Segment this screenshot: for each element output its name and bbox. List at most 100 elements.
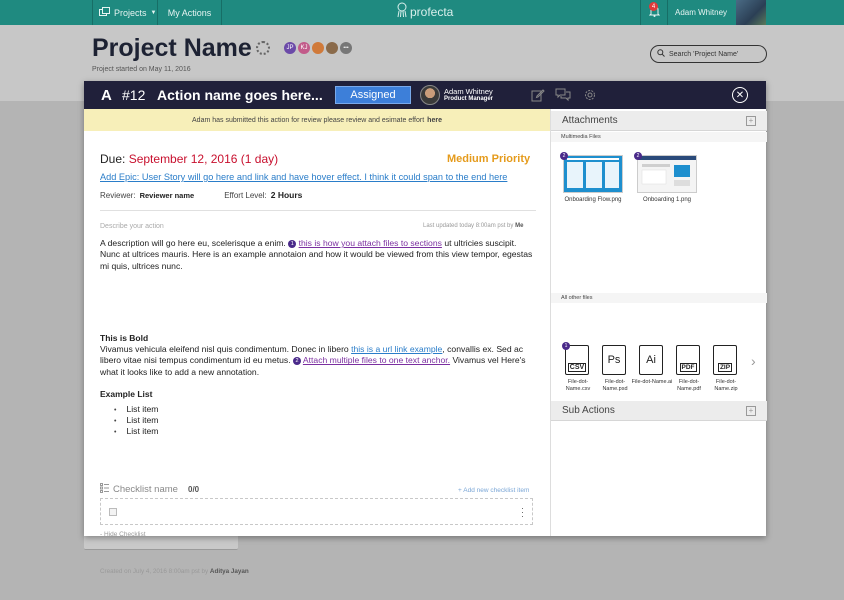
next-files-chevron-icon[interactable]: › <box>751 353 756 369</box>
notification-count-badge: 4 <box>649 2 658 11</box>
pdf-file-icon: PDF <box>676 345 700 375</box>
projects-label: Projects <box>114 7 147 18</box>
assignee-avatar[interactable] <box>420 85 440 105</box>
member-avatar[interactable]: JP <box>284 42 296 54</box>
photoshop-file-icon: Ps <box>602 345 626 375</box>
file-type: CSV <box>567 363 587 372</box>
illustrator-file-icon: Ai <box>639 345 663 375</box>
action-number: #12 <box>122 87 146 103</box>
checklist-header: Checklist name <box>100 483 178 496</box>
settings-gear-icon[interactable] <box>582 87 598 103</box>
thumbnail-caption: Onboarding Flow.png <box>564 197 622 203</box>
attachments-panel: Attachments + Multimedia Files 2 Onboard… <box>550 109 767 536</box>
due-value[interactable]: September 12, 2016 (1 day) <box>129 152 278 166</box>
attachments-title: Attachments <box>562 115 618 126</box>
example-list-heading: Example List <box>100 389 153 399</box>
checklist-name[interactable]: Checklist name <box>113 484 178 495</box>
top-nav: Projects ▼ My Actions profecta 4 Adam Wh… <box>0 0 844 25</box>
comments-icon[interactable] <box>555 87 571 103</box>
file-name: File-dot-Name.ai <box>631 379 673 385</box>
created-info: Created on July 4, 2016 8:00am pst by Ad… <box>100 568 249 575</box>
project-started-date: Project started on May 11, 2016 <box>92 66 191 73</box>
notice-link[interactable]: here <box>427 117 442 124</box>
effort-value[interactable]: 2 Hours <box>271 190 303 200</box>
file-attachment[interactable]: ZIP File-dot-Name.zip <box>713 345 739 392</box>
attachment-thumbnail[interactable]: 2 <box>634 152 697 193</box>
checklist-checkbox[interactable] <box>109 508 117 516</box>
user-name[interactable]: Adam Whitney <box>675 0 727 25</box>
project-members: JP KJ ••• <box>284 42 352 54</box>
close-icon[interactable]: ✕ <box>732 87 748 103</box>
projects-icon <box>99 7 110 18</box>
attachment-thumbnail[interactable]: 2 <box>560 152 623 193</box>
more-members-button[interactable]: ••• <box>340 42 352 54</box>
attachments-header: Attachments + <box>551 111 767 131</box>
add-sub-action-button[interactable]: + <box>746 406 756 416</box>
created-text: Created on July 4, 2016 8:00am pst by <box>100 568 209 575</box>
annotation-badge: 1 <box>562 342 570 350</box>
list-item: List item <box>114 404 158 414</box>
notice-text: Adam has submitted this action for revie… <box>192 116 425 124</box>
other-files-label: All other files <box>551 293 767 303</box>
annotation-link[interactable]: Attach multiple files to one text anchor… <box>303 355 450 365</box>
file-attachment[interactable]: Ps File-dot-Name.psd <box>602 345 628 392</box>
sub-actions-title: Sub Actions <box>562 405 615 416</box>
user-avatar[interactable] <box>736 0 766 25</box>
annotation-badge: 2 <box>560 152 568 160</box>
created-by: Aditya Jayan <box>209 568 249 575</box>
edit-icon[interactable] <box>530 87 546 103</box>
file-attachment[interactable]: PDF File-dot-Name.pdf <box>676 345 702 392</box>
due-date: Due: September 12, 2016 (1 day) <box>100 152 278 166</box>
file-type: ZIP <box>717 363 733 372</box>
description-paragraph-2[interactable]: Vivamus vehicula eleifend nisl quis cond… <box>100 344 536 378</box>
file-type: PDF <box>679 363 697 372</box>
file-name: File-dot-Name.pdf <box>677 379 701 392</box>
description-paragraph-1[interactable]: A description will go here eu, scelerisq… <box>100 238 536 272</box>
add-checklist-item-link[interactable]: + Add new checklist item <box>458 487 529 494</box>
hide-checklist-link[interactable]: - Hide Checklist <box>100 531 146 538</box>
action-title[interactable]: Action name goes here... <box>157 87 323 103</box>
annotation-badge: 2 <box>634 152 642 160</box>
url-link[interactable]: this is a url link example <box>351 344 442 354</box>
action-modal: A #12 Action name goes here... Assigned … <box>84 81 767 575</box>
file-name: File-dot-Name.csv <box>565 379 591 392</box>
effort-label: Effort Level: <box>224 191 267 200</box>
checklist-item-row: · · · <box>100 498 533 525</box>
member-avatar[interactable] <box>312 42 324 54</box>
list-item: List item <box>114 426 158 436</box>
add-attachment-button[interactable]: + <box>746 116 756 126</box>
due-label: Due: <box>100 152 126 166</box>
project-settings-gear-icon[interactable] <box>256 41 270 55</box>
projects-menu[interactable]: Projects ▼ <box>92 0 158 25</box>
file-name: File-dot-Name.psd <box>602 379 628 392</box>
search-icon <box>657 49 665 59</box>
describe-label: Describe your action <box>100 223 164 230</box>
annotation-badge[interactable]: 2 <box>292 357 301 366</box>
divider <box>100 210 536 211</box>
octopus-logo-icon <box>396 2 408 21</box>
file-type: Ai <box>646 354 656 366</box>
logo[interactable]: profecta <box>396 2 453 21</box>
description-text: A description will go here eu, scelerisq… <box>100 238 286 248</box>
priority-label[interactable]: Medium Priority <box>447 153 530 165</box>
annotation-link[interactable]: this is how you attach files to sections <box>299 238 442 248</box>
file-attachment[interactable]: CSV 1 File-dot-Name.csv <box>562 342 591 392</box>
chevron-down-icon: ▼ <box>150 9 157 16</box>
member-avatar[interactable] <box>326 42 338 54</box>
thumbnail-caption: Onboarding 1.png <box>642 197 692 203</box>
member-avatar[interactable]: KJ <box>298 42 310 54</box>
last-updated-text: Last updated today 8:00am pst by <box>423 223 514 229</box>
more-options-icon[interactable]: · · · <box>521 504 524 521</box>
my-actions-link[interactable]: My Actions <box>158 0 222 25</box>
zip-file-icon: ZIP <box>713 345 737 375</box>
add-epic-link[interactable]: Add Epic: User Story will go here and li… <box>100 172 507 182</box>
status-button[interactable]: Assigned <box>335 86 411 104</box>
file-attachment[interactable]: Ai File-dot-Name.ai <box>632 345 672 385</box>
file-name: File-dot-Name.zip <box>714 379 738 392</box>
action-details: Due: September 12, 2016 (1 day) Medium P… <box>84 131 550 575</box>
reviewer-value[interactable]: Reviewer name <box>140 191 195 200</box>
project-search-input[interactable]: Search 'Project Name' <box>650 45 767 63</box>
annotation-badge[interactable]: 1 <box>288 240 297 248</box>
sub-actions-header: Sub Actions + <box>551 401 767 421</box>
action-logo-icon: A <box>101 87 112 104</box>
